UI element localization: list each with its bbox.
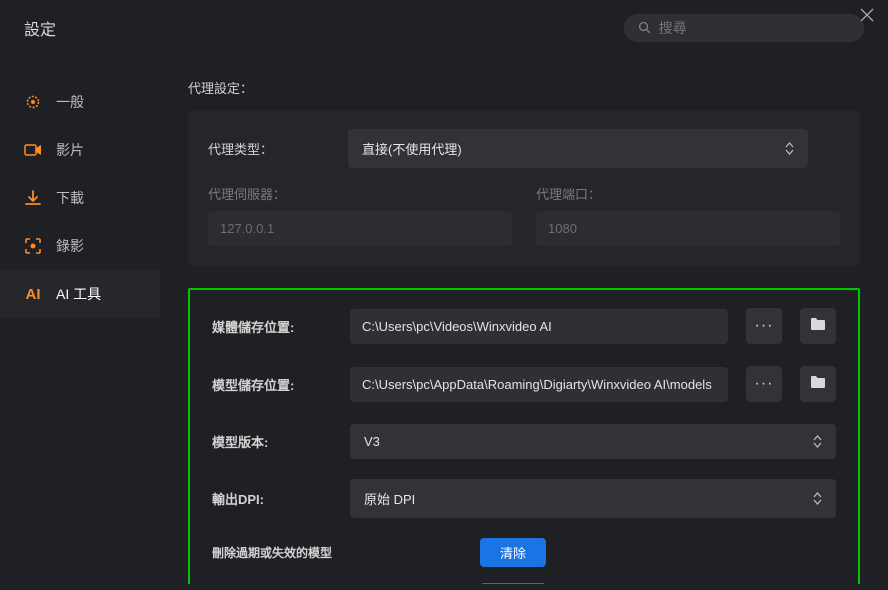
sidebar-item-download[interactable]: 下載 <box>0 174 160 222</box>
close-icon[interactable] <box>860 8 874 27</box>
sidebar-item-label: AI 工具 <box>56 284 101 304</box>
ai-icon: AI <box>24 285 42 303</box>
sidebar-item-label: 下載 <box>56 188 84 208</box>
output-dpi-value: 原始 DPI <box>364 489 415 508</box>
download-icon <box>24 189 42 207</box>
page-title: 設定 <box>24 16 56 40</box>
sidebar-item-record[interactable]: 錄影 <box>0 222 160 270</box>
clear-expired-models-button[interactable]: 清除 <box>480 538 546 567</box>
media-open-folder-button[interactable] <box>800 308 836 344</box>
sidebar-item-ai-tools[interactable]: AI AI 工具 <box>0 270 160 318</box>
sidebar: 一般 影片 下載 錄影 AI AI 工具 <box>0 66 160 584</box>
proxy-type-value: 直接(不使用代理) <box>362 139 462 158</box>
sidebar-item-label: 一般 <box>56 92 84 112</box>
proxy-server-label: 代理伺服器： <box>208 184 328 203</box>
proxy-type-select[interactable]: 直接(不使用代理) <box>348 129 808 168</box>
model-storage-path: C:\Users\pc\AppData\Roaming\Digiarty\Win… <box>350 367 728 402</box>
ellipsis-icon: ··· <box>755 376 774 392</box>
search-icon <box>638 21 651 35</box>
sidebar-item-video[interactable]: 影片 <box>0 126 160 174</box>
proxy-section-label: 代理設定： <box>188 78 860 97</box>
ellipsis-icon: ··· <box>755 318 774 334</box>
chevron-updown-icon <box>813 492 822 505</box>
output-dpi-label: 輸出DPI: <box>212 489 332 508</box>
media-browse-button[interactable]: ··· <box>746 308 782 344</box>
model-storage-label: 模型儲存位置: <box>212 375 332 394</box>
video-icon <box>24 141 42 159</box>
model-open-folder-button[interactable] <box>800 366 836 402</box>
sidebar-item-general[interactable]: 一般 <box>0 78 160 126</box>
chevron-updown-icon <box>813 435 822 448</box>
content-area: 代理設定： 代理类型： 直接(不使用代理) 代理伺服器： 代理 <box>160 66 888 584</box>
header: 設定 <box>0 0 888 66</box>
storage-settings-box: 媒體儲存位置: C:\Users\pc\Videos\Winxvideo AI … <box>188 288 860 584</box>
output-dpi-select[interactable]: 原始 DPI <box>350 479 836 518</box>
model-browse-button[interactable]: ··· <box>746 366 782 402</box>
search-input[interactable] <box>659 20 850 36</box>
record-icon <box>24 237 42 255</box>
folder-icon <box>810 317 826 336</box>
gear-icon <box>24 93 42 111</box>
proxy-server-input[interactable] <box>208 211 512 246</box>
clear-cache-button[interactable]: 清除 <box>480 583 546 584</box>
media-storage-label: 媒體儲存位置: <box>212 317 332 336</box>
proxy-type-label: 代理类型： <box>208 139 328 158</box>
sidebar-item-label: 影片 <box>56 140 84 160</box>
proxy-port-input[interactable] <box>536 211 840 246</box>
clear-expired-models-label: 刪除過期或失效的模型 <box>212 544 462 561</box>
sidebar-item-label: 錄影 <box>56 236 84 256</box>
folder-icon <box>810 375 826 394</box>
proxy-settings-box: 代理类型： 直接(不使用代理) 代理伺服器： 代理端口： <box>188 111 860 266</box>
model-version-select[interactable]: V3 <box>350 424 836 459</box>
model-version-value: V3 <box>364 434 380 449</box>
chevron-updown-icon <box>785 142 794 155</box>
search-box[interactable] <box>624 14 864 42</box>
model-version-label: 模型版本: <box>212 432 332 451</box>
proxy-port-label: 代理端口： <box>536 184 656 203</box>
media-storage-path: C:\Users\pc\Videos\Winxvideo AI <box>350 309 728 344</box>
